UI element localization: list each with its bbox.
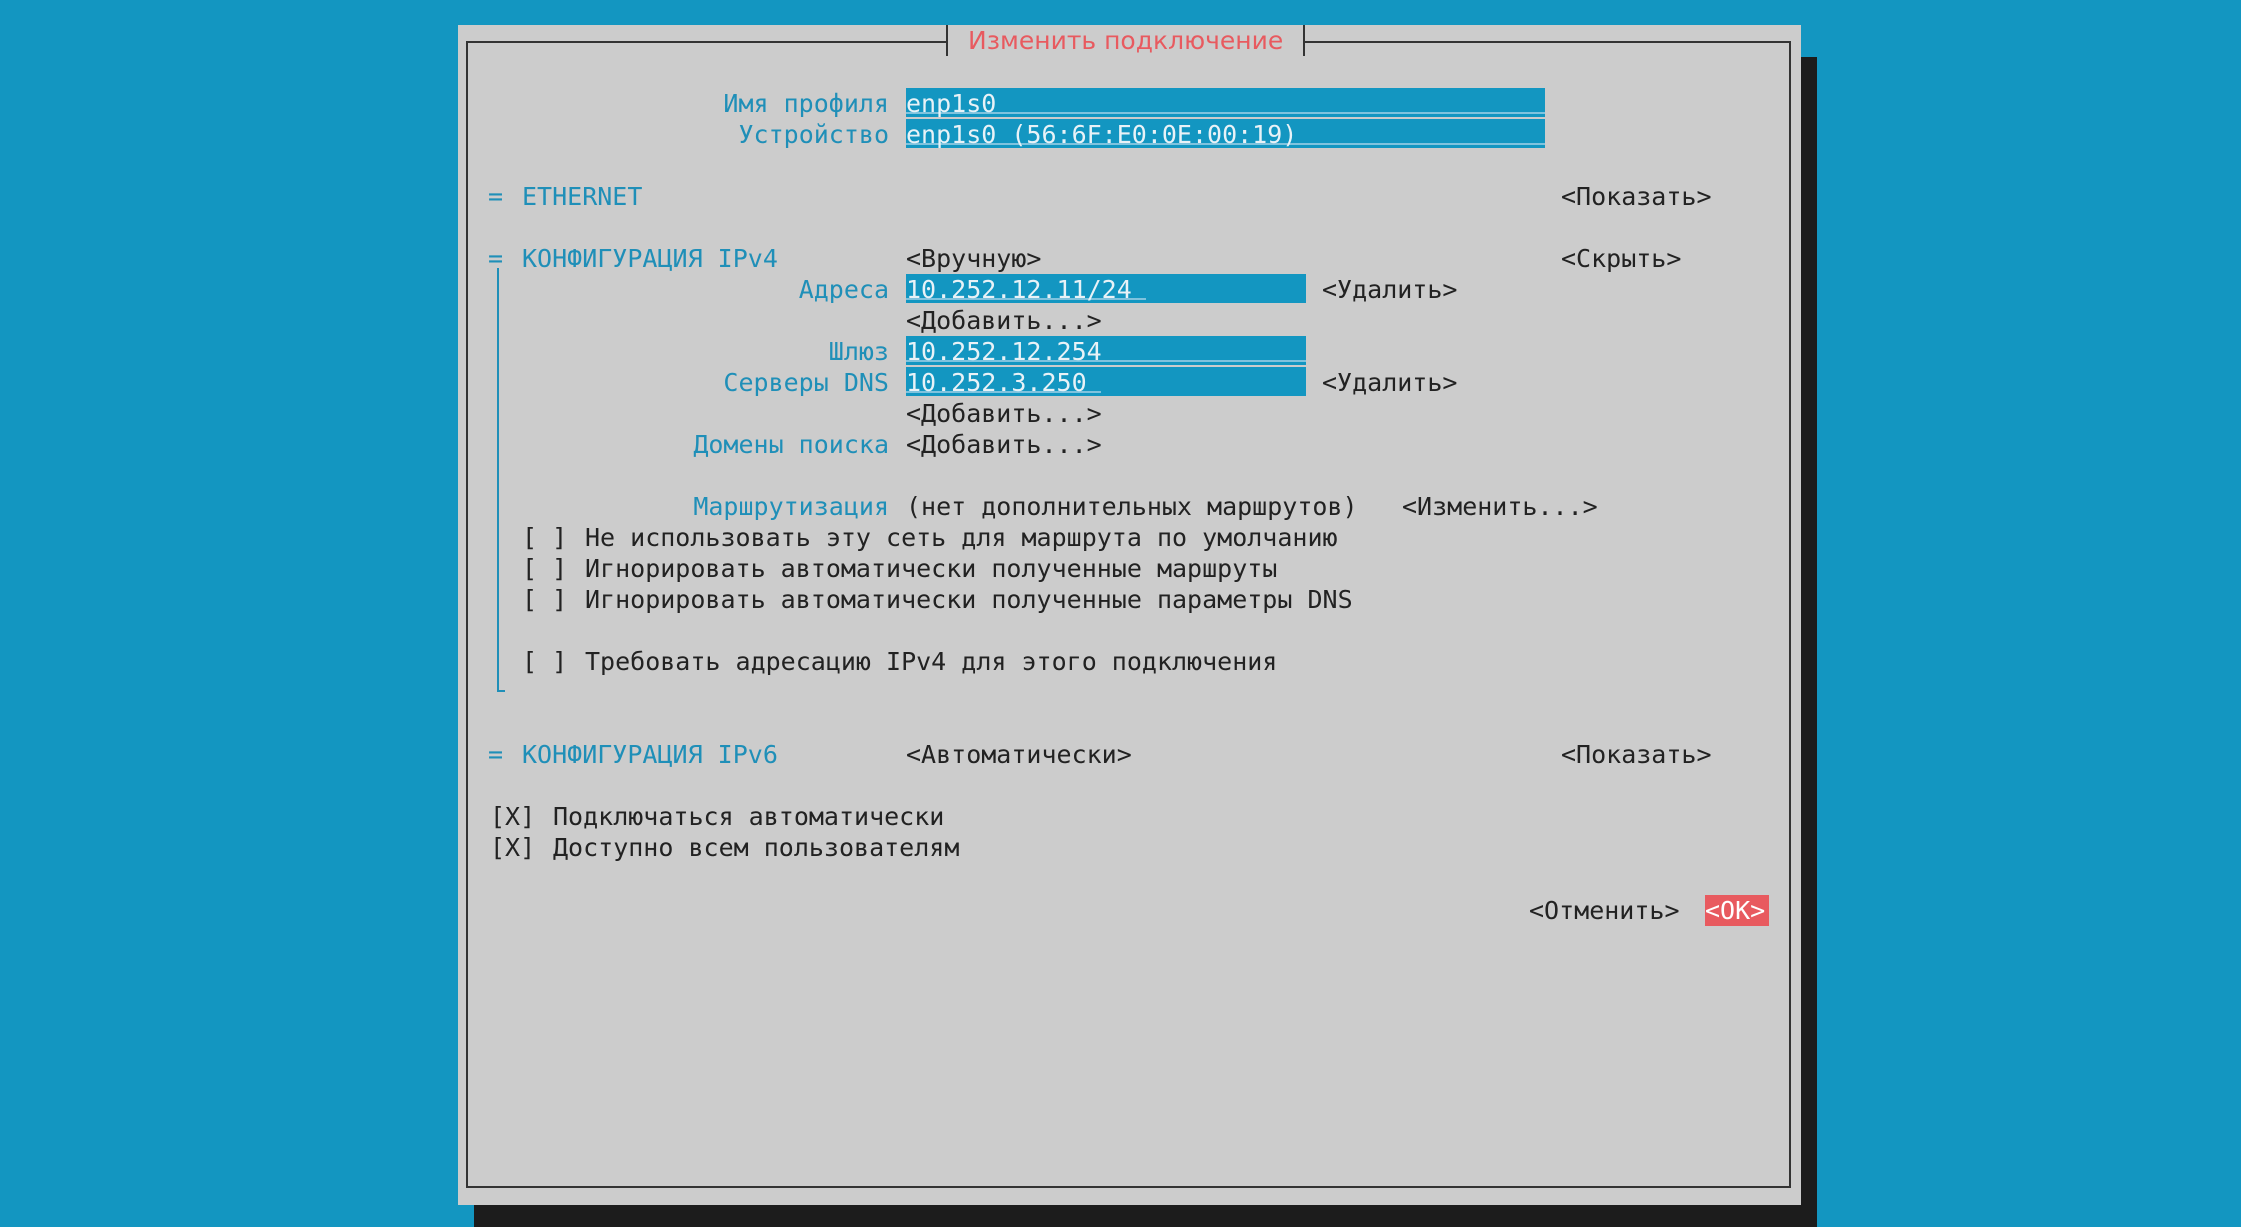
ethernet-show-button[interactable]: <Показать> — [1561, 181, 1712, 212]
device-input[interactable]: enp1s0 (56:6F:E0:0E:00:19) — [906, 119, 1545, 148]
device-label: Устройство — [738, 120, 889, 149]
ipv4-section-line-end — [497, 690, 505, 692]
address-add-button[interactable]: <Добавить...> — [906, 305, 1102, 336]
routing-value: (нет дополнительных маршрутов) — [906, 492, 1358, 521]
search-domains-add-button[interactable]: <Добавить...> — [906, 429, 1102, 460]
checkbox-label: Не использовать эту сеть для маршрута по… — [585, 523, 1338, 552]
checkbox-label: Подключаться автоматически — [553, 802, 945, 831]
address-input[interactable]: 10.252.12.11/24 — [906, 274, 1306, 303]
dns-servers-label: Серверы DNS — [723, 368, 889, 397]
ipv6-section-marker: = — [488, 740, 504, 769]
profile-name-input[interactable]: enp1s0 — [906, 88, 1545, 117]
checkbox-label: Доступно всем пользователям — [553, 833, 960, 862]
checkbox-label: Требовать адресацию IPv4 для этого подкл… — [585, 647, 1278, 676]
ipv4-hide-button[interactable]: <Скрыть> — [1561, 243, 1681, 274]
dns-remove-button[interactable]: <Удалить> — [1322, 367, 1457, 398]
gateway-label: Шлюз — [828, 337, 889, 366]
ipv6-show-button[interactable]: <Показать> — [1561, 739, 1712, 770]
routing-label: Маршрутизация — [693, 492, 889, 521]
checkbox-mark[interactable]: [X] — [490, 832, 535, 863]
checkbox-label: Игнорировать автоматически полученные ма… — [585, 554, 1278, 583]
checkbox-mark[interactable]: [ ] — [522, 646, 567, 677]
address-remove-button[interactable]: <Удалить> — [1322, 274, 1457, 305]
gateway-input[interactable]: 10.252.12.254 — [906, 336, 1306, 365]
ipv4-mode-select[interactable]: <Вручную> — [906, 243, 1041, 274]
dialog-title: Изменить подключение — [946, 25, 1306, 56]
ipv4-section-title: КОНФИГУРАЦИЯ IPv4 — [522, 244, 778, 273]
search-domains-label: Домены поиска — [693, 430, 889, 459]
addresses-label: Адреса — [798, 275, 889, 304]
checkbox-mark[interactable]: [ ] — [522, 553, 567, 584]
checkbox-mark[interactable]: [ ] — [522, 522, 567, 553]
ethernet-section-marker: = — [488, 182, 504, 211]
ipv4-section-marker: = — [488, 244, 504, 273]
profile-name-label: Имя профиля — [723, 89, 889, 118]
ok-button[interactable]: <OK> — [1705, 895, 1769, 926]
checkbox-mark[interactable]: [ ] — [522, 584, 567, 615]
cancel-button[interactable]: <Отменить> — [1529, 895, 1680, 926]
ipv4-section-line — [497, 268, 499, 692]
ethernet-section-title: ETHERNET — [522, 182, 643, 211]
dns-add-button[interactable]: <Добавить...> — [906, 398, 1102, 429]
ipv6-section-title: КОНФИГУРАЦИЯ IPv6 — [522, 740, 778, 769]
checkbox-label: Игнорировать автоматически полученные па… — [585, 585, 1353, 614]
ipv6-mode-select[interactable]: <Автоматически> — [906, 739, 1132, 770]
checkbox-mark[interactable]: [X] — [490, 801, 535, 832]
routing-edit-button[interactable]: <Изменить...> — [1402, 491, 1598, 522]
dns-server-input[interactable]: 10.252.3.250 — [906, 367, 1306, 396]
